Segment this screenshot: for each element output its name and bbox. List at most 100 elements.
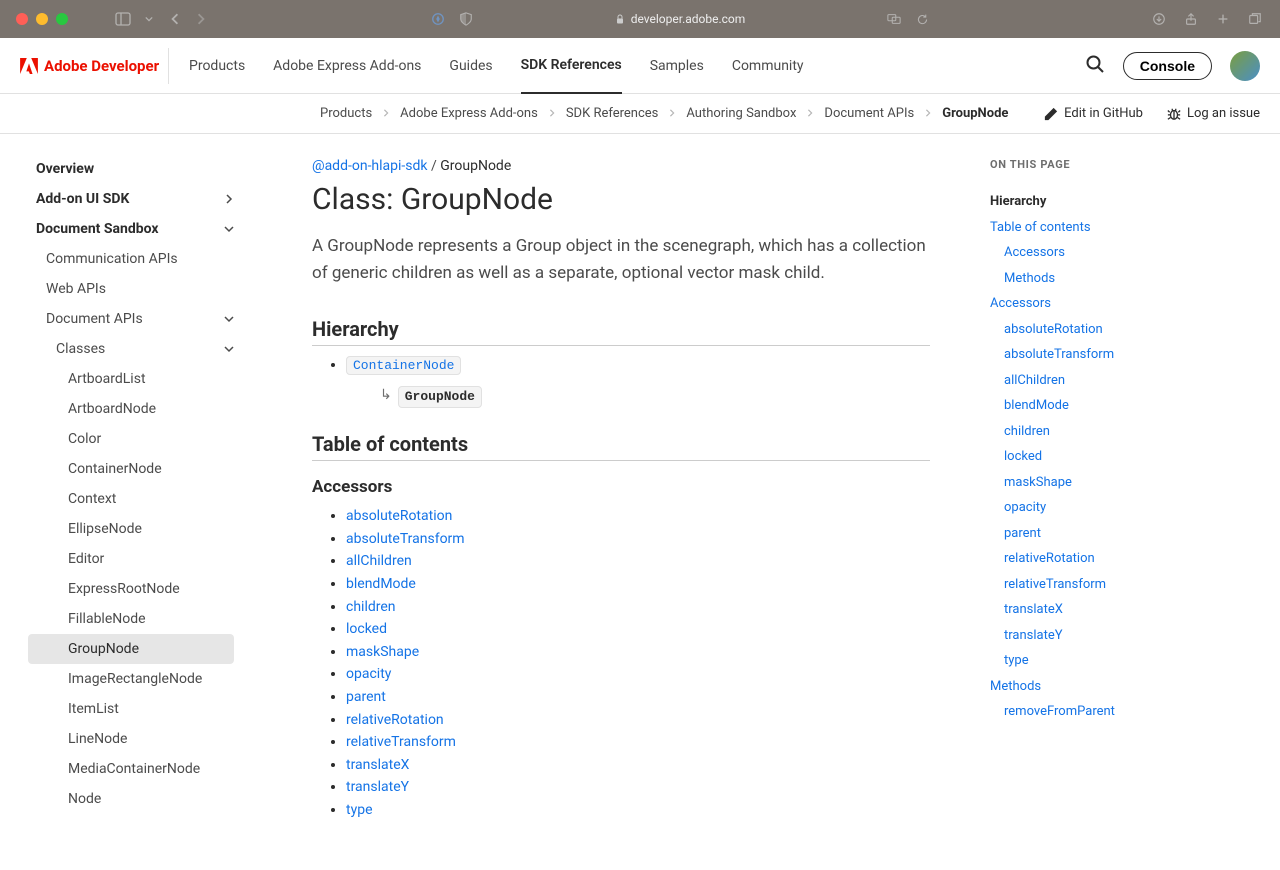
toc-link-maskshape[interactable]: maskShape — [990, 470, 1190, 496]
sidebar-class-list: ArtboardListArtboardNodeColorContainerNo… — [12, 364, 250, 814]
window-controls — [16, 13, 68, 25]
toc-link-relativerotation[interactable]: relativeRotation — [990, 546, 1190, 572]
new-tab-icon[interactable] — [1214, 10, 1232, 28]
accessor-link-maskshape[interactable]: maskShape — [346, 644, 419, 660]
toc-link-translatex[interactable]: translateX — [990, 597, 1190, 623]
adobe-logo-icon — [20, 58, 38, 74]
sidebar-doc-sandbox[interactable]: Document Sandbox — [12, 214, 250, 244]
toc-link-accessors[interactable]: Accessors — [990, 291, 1190, 317]
chevron-down-icon — [224, 314, 234, 324]
accessor-link-absoluterotation[interactable]: absoluteRotation — [346, 508, 452, 524]
accessor-link-translatey[interactable]: translateY — [346, 779, 409, 795]
sidebar-addon-sdk[interactable]: Add-on UI SDK — [12, 184, 250, 214]
toc-link-absoluterotation[interactable]: absoluteRotation — [990, 317, 1190, 343]
toc-link-allchildren[interactable]: allChildren — [990, 368, 1190, 394]
sidebar-class-editor[interactable]: Editor — [12, 544, 250, 574]
topnav-item-sdk-references[interactable]: SDK References — [521, 39, 622, 94]
accessor-link-allchildren[interactable]: allChildren — [346, 553, 412, 569]
toc-title: ON THIS PAGE — [990, 158, 1190, 171]
sidebar-web-apis[interactable]: Web APIs — [12, 274, 250, 304]
forward-icon[interactable] — [192, 10, 210, 28]
toc-link-translatey[interactable]: translateY — [990, 623, 1190, 649]
search-button[interactable] — [1085, 54, 1105, 78]
accessor-link-relativetransform[interactable]: relativeTransform — [346, 734, 456, 750]
share-icon[interactable] — [1182, 10, 1200, 28]
container-node-link[interactable]: ContainerNode — [346, 357, 461, 373]
sidebar-class-artboardlist[interactable]: ArtboardList — [12, 364, 250, 394]
extension-icon[interactable] — [429, 10, 447, 28]
sidebar-class-linenode[interactable]: LineNode — [12, 724, 250, 754]
toc-link-absolutetransform[interactable]: absoluteTransform — [990, 342, 1190, 368]
toc-link-type[interactable]: type — [990, 648, 1190, 674]
toc-link-locked[interactable]: locked — [990, 444, 1190, 470]
close-window[interactable] — [16, 13, 28, 25]
breadcrumb-adobe-express-add-ons[interactable]: Adobe Express Add-ons — [400, 106, 538, 121]
sidebar-doc-apis[interactable]: Document APIs — [12, 304, 250, 334]
breadcrumb-authoring-sandbox[interactable]: Authoring Sandbox — [686, 106, 796, 121]
sidebar-classes[interactable]: Classes — [12, 334, 250, 364]
toc-link-parent[interactable]: parent — [990, 521, 1190, 547]
accessor-link-absolutetransform[interactable]: absoluteTransform — [346, 531, 465, 547]
accessor-link-relativerotation[interactable]: relativeRotation — [346, 712, 444, 728]
sidebar-class-imagerectanglenode[interactable]: ImageRectangleNode — [12, 664, 250, 694]
sidebar-class-containernode[interactable]: ContainerNode — [12, 454, 250, 484]
accessor-link-opacity[interactable]: opacity — [346, 666, 391, 682]
accessor-link-translatex[interactable]: translateX — [346, 757, 409, 773]
toc-link-hierarchy[interactable]: Hierarchy — [990, 189, 1190, 215]
chevron-down-icon[interactable] — [140, 10, 158, 28]
toc-link-relativetransform[interactable]: relativeTransform — [990, 572, 1190, 598]
log-issue-link[interactable]: Log an issue — [1167, 106, 1260, 121]
download-icon[interactable] — [1150, 10, 1168, 28]
sidebar-comm-apis[interactable]: Communication APIs — [12, 244, 250, 274]
minimize-window[interactable] — [36, 13, 48, 25]
tabs-icon[interactable] — [1246, 10, 1264, 28]
maximize-window[interactable] — [56, 13, 68, 25]
breadcrumb-document-apis[interactable]: Document APIs — [824, 106, 914, 121]
sidebar-class-node[interactable]: Node — [12, 784, 250, 814]
sidebar-class-context[interactable]: Context — [12, 484, 250, 514]
toc-link-children[interactable]: children — [990, 419, 1190, 445]
reload-icon[interactable] — [913, 10, 931, 28]
sidebar-toggle-icon[interactable] — [114, 10, 132, 28]
logo[interactable]: Adobe Developer — [20, 57, 168, 75]
topnav-item-community[interactable]: Community — [732, 38, 804, 93]
url-bar[interactable]: developer.adobe.com — [615, 12, 746, 26]
accessor-item: opacity — [346, 665, 930, 685]
package-link[interactable]: @add-on-hlapi-sdk — [312, 158, 428, 174]
topnav-item-samples[interactable]: Samples — [650, 38, 704, 93]
breadcrumb-sdk-references[interactable]: SDK References — [566, 106, 659, 121]
accessor-link-blendmode[interactable]: blendMode — [346, 576, 416, 592]
toc-link-opacity[interactable]: opacity — [990, 495, 1190, 521]
accessor-link-locked[interactable]: locked — [346, 621, 387, 637]
topnav-item-products[interactable]: Products — [189, 38, 245, 93]
topnav-item-guides[interactable]: Guides — [449, 38, 492, 93]
edit-github-link[interactable]: Edit in GitHub — [1044, 106, 1143, 121]
accessor-link-children[interactable]: children — [346, 599, 396, 615]
sidebar-overview[interactable]: Overview — [12, 154, 250, 184]
sidebar-class-mediacontainernode[interactable]: MediaContainerNode — [12, 754, 250, 784]
avatar[interactable] — [1230, 51, 1260, 81]
accessor-link-parent[interactable]: parent — [346, 689, 386, 705]
sidebar-class-color[interactable]: Color — [12, 424, 250, 454]
sidebar-class-fillablenode[interactable]: FillableNode — [12, 604, 250, 634]
shield-icon[interactable] — [457, 10, 475, 28]
breadcrumb-products[interactable]: Products — [320, 106, 372, 121]
toc-link-table-of-contents[interactable]: Table of contents — [990, 215, 1190, 241]
accessor-link-type[interactable]: type — [346, 802, 373, 818]
console-button[interactable]: Console — [1123, 52, 1212, 80]
sidebar-class-artboardnode[interactable]: ArtboardNode — [12, 394, 250, 424]
toc-link-methods[interactable]: Methods — [990, 674, 1190, 700]
toc-link-accessors[interactable]: Accessors — [990, 240, 1190, 266]
toc-link-removefromparent[interactable]: removeFromParent — [990, 699, 1190, 725]
sidebar-class-groupnode[interactable]: GroupNode — [28, 634, 234, 664]
topnav-item-adobe-express-add-ons[interactable]: Adobe Express Add-ons — [273, 38, 421, 93]
back-icon[interactable] — [166, 10, 184, 28]
toc-link-methods[interactable]: Methods — [990, 266, 1190, 292]
accessors-heading: Accessors — [312, 477, 930, 497]
accessor-item: absoluteTransform — [346, 530, 930, 550]
sidebar-class-itemlist[interactable]: ItemList — [12, 694, 250, 724]
sidebar-class-ellipsenode[interactable]: EllipseNode — [12, 514, 250, 544]
toc-link-blendmode[interactable]: blendMode — [990, 393, 1190, 419]
sidebar-class-expressrootnode[interactable]: ExpressRootNode — [12, 574, 250, 604]
translate-icon[interactable] — [885, 10, 903, 28]
